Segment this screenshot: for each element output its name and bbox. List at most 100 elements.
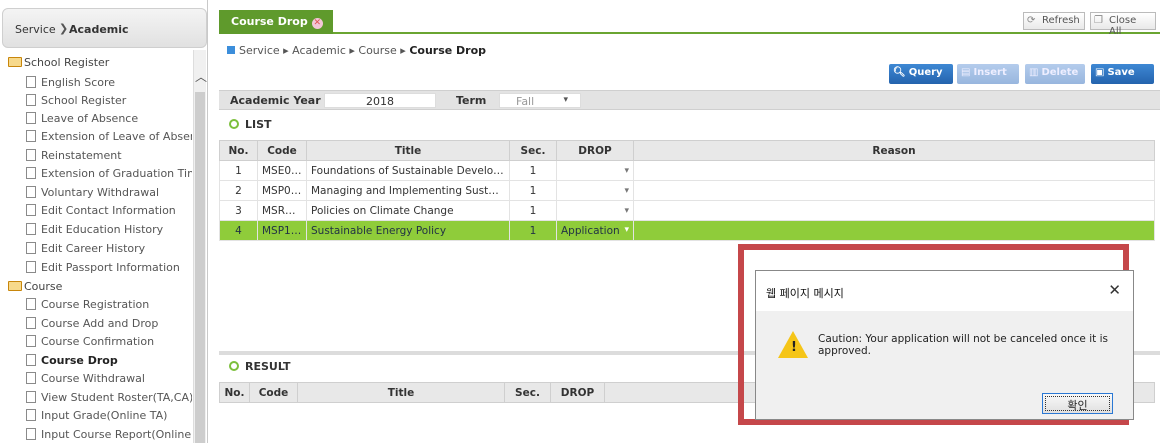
row-sec: 1 bbox=[509, 160, 557, 181]
row-code: MSR057 bbox=[257, 200, 307, 221]
row-no: 3 bbox=[219, 200, 258, 221]
table-header-row: No. Code Title Sec. DROP Reason bbox=[219, 140, 1155, 161]
document-icon bbox=[26, 149, 36, 161]
table-row[interactable]: 3 MSR057 Policies on Climate Change 1 ▾ bbox=[219, 200, 1155, 221]
reason-field[interactable] bbox=[633, 180, 1155, 201]
chevron-up-icon[interactable]: ︿ bbox=[195, 68, 207, 85]
row-code: MSE092 bbox=[257, 160, 307, 181]
reason-field[interactable] bbox=[633, 200, 1155, 221]
column-header[interactable]: Title bbox=[306, 140, 510, 161]
sidebar-item-edit-passport[interactable]: Edit Passport Information bbox=[26, 261, 192, 274]
row-sec: 1 bbox=[509, 200, 557, 221]
row-title: Policies on Climate Change bbox=[306, 200, 510, 221]
dialog-title: 웹 페이지 메시지 bbox=[766, 287, 844, 300]
document-icon bbox=[26, 428, 36, 440]
row-no: 4 bbox=[219, 220, 258, 241]
column-header[interactable]: DROP bbox=[550, 382, 605, 403]
scrollbar-thumb[interactable] bbox=[195, 92, 205, 443]
sidebar-item-view-roster[interactable]: View Student Roster(TA,CA) bbox=[26, 391, 192, 404]
sidebar-item-extension-leave[interactable]: Extension of Leave of Absence bbox=[26, 130, 192, 143]
sidebar-item-edit-career[interactable]: Edit Career History bbox=[26, 242, 192, 255]
term-select[interactable]: Fall ▾ bbox=[499, 93, 581, 108]
document-icon bbox=[26, 391, 36, 403]
reason-field[interactable] bbox=[633, 160, 1155, 181]
insert-icon: ▤ bbox=[961, 67, 971, 78]
sidebar-folder-school-register[interactable]: School Register bbox=[8, 56, 109, 69]
dropdown-arrow-icon: ▾ bbox=[624, 185, 629, 196]
column-header[interactable]: No. bbox=[219, 140, 258, 161]
column-header[interactable]: Sec. bbox=[504, 382, 551, 403]
document-icon bbox=[26, 335, 36, 347]
list-section-title: LIST bbox=[229, 118, 272, 131]
sidebar-item-extension-graduation[interactable]: Extension of Graduation Time bbox=[26, 167, 192, 180]
close-icon[interactable]: ✕ bbox=[1108, 281, 1121, 299]
reason-field[interactable] bbox=[633, 220, 1155, 241]
term-label: Term bbox=[456, 94, 487, 107]
sidebar-folder-course[interactable]: Course bbox=[8, 280, 62, 293]
refresh-button[interactable]: ⟳ Refresh bbox=[1023, 12, 1085, 30]
query-button[interactable]: 🔍︎ Query bbox=[889, 64, 953, 84]
column-header[interactable]: Code bbox=[249, 382, 298, 403]
dialog-titlebar: 웹 페이지 메시지 ✕ bbox=[756, 271, 1133, 311]
document-icon bbox=[26, 372, 36, 384]
drop-select[interactable]: ▾ bbox=[556, 200, 634, 221]
refresh-icon: ⟳ bbox=[1027, 15, 1036, 26]
ok-button[interactable]: 확인 bbox=[1042, 393, 1113, 414]
document-icon bbox=[26, 130, 36, 142]
sidebar-item-reinstatement[interactable]: Reinstatement bbox=[26, 149, 192, 162]
sidebar: Service ❯ Academic School Register Engli… bbox=[0, 0, 208, 443]
dropdown-arrow-icon: ▾ bbox=[563, 95, 568, 105]
close-all-button[interactable]: ❐ Close All bbox=[1090, 12, 1156, 37]
column-header[interactable]: DROP bbox=[556, 140, 634, 161]
document-icon bbox=[26, 94, 36, 106]
sidebar-item-english-score[interactable]: English Score bbox=[26, 76, 192, 89]
column-header[interactable]: Title bbox=[297, 382, 505, 403]
exclamation-icon: ! bbox=[791, 340, 797, 355]
sidebar-item-course-registration[interactable]: Course Registration bbox=[26, 298, 192, 311]
tab-course-drop[interactable]: Course Drop ✕ bbox=[219, 10, 333, 34]
row-sec: 1 bbox=[509, 220, 557, 241]
sidebar-item-course-withdrawal[interactable]: Course Withdrawal bbox=[26, 372, 192, 385]
bullet-icon bbox=[229, 361, 239, 371]
sidebar-item-school-register[interactable]: School Register bbox=[26, 94, 192, 107]
breadcrumb: Service ▸ Academic ▸ Course ▸ Course Dro… bbox=[227, 44, 486, 57]
sidebar-item-course-confirmation[interactable]: Course Confirmation bbox=[26, 335, 192, 348]
save-button[interactable]: ▣ Save bbox=[1091, 64, 1154, 84]
page-title: Course Drop bbox=[409, 44, 487, 57]
sidebar-item-voluntary-withdrawal[interactable]: Voluntary Withdrawal bbox=[26, 186, 192, 199]
sidebar-scrollbar[interactable]: ︿ bbox=[193, 50, 207, 443]
column-header[interactable]: No. bbox=[219, 382, 250, 403]
sidebar-academic-link[interactable]: Academic bbox=[69, 23, 129, 36]
sidebar-service-link[interactable]: Service bbox=[15, 23, 56, 36]
row-no: 1 bbox=[219, 160, 258, 181]
column-header[interactable]: Sec. bbox=[509, 140, 557, 161]
document-icon bbox=[26, 354, 36, 366]
academic-year-label: Academic Year bbox=[230, 94, 321, 107]
table-row[interactable]: 2 MSP082 Managing and Implementing Susta… bbox=[219, 180, 1155, 201]
document-icon bbox=[26, 317, 36, 329]
sidebar-item-input-grade[interactable]: Input Grade(Online TA) bbox=[26, 409, 192, 422]
table-row-selected[interactable]: 4 MSP103 Sustainable Energy Policy 1 App… bbox=[219, 220, 1155, 241]
document-icon bbox=[26, 223, 36, 235]
tab-bar: Course Drop ✕ bbox=[219, 10, 1160, 34]
document-icon bbox=[26, 409, 36, 421]
delete-button[interactable]: ▥ Delete bbox=[1025, 64, 1085, 84]
column-header[interactable]: Reason bbox=[633, 140, 1155, 161]
sidebar-item-leave-of-absence[interactable]: Leave of Absence bbox=[26, 112, 192, 125]
drop-select[interactable]: ▾ bbox=[556, 180, 634, 201]
sidebar-item-course-drop[interactable]: Course Drop bbox=[26, 354, 192, 367]
sidebar-item-course-add-drop[interactable]: Course Add and Drop bbox=[26, 317, 192, 330]
chevron-right-icon: ❯ bbox=[59, 22, 69, 35]
sidebar-item-edit-contact[interactable]: Edit Contact Information bbox=[26, 204, 192, 217]
table-row[interactable]: 1 MSE092 Foundations of Sustainable Deve… bbox=[219, 160, 1155, 181]
insert-button[interactable]: ▤ Insert bbox=[957, 64, 1019, 84]
delete-icon: ▥ bbox=[1029, 67, 1039, 78]
sidebar-item-input-course-report[interactable]: Input Course Report(Online TA) bbox=[26, 428, 192, 441]
close-icon[interactable]: ✕ bbox=[311, 18, 323, 29]
drop-select[interactable]: Application ▾ bbox=[556, 220, 634, 241]
drop-select[interactable]: ▾ bbox=[556, 160, 634, 181]
message-dialog: 웹 페이지 메시지 ✕ ! Caution: Your application … bbox=[755, 270, 1134, 420]
column-header[interactable]: Code bbox=[257, 140, 307, 161]
sidebar-item-edit-education[interactable]: Edit Education History bbox=[26, 223, 192, 236]
academic-year-field[interactable]: 2018 bbox=[324, 93, 436, 108]
